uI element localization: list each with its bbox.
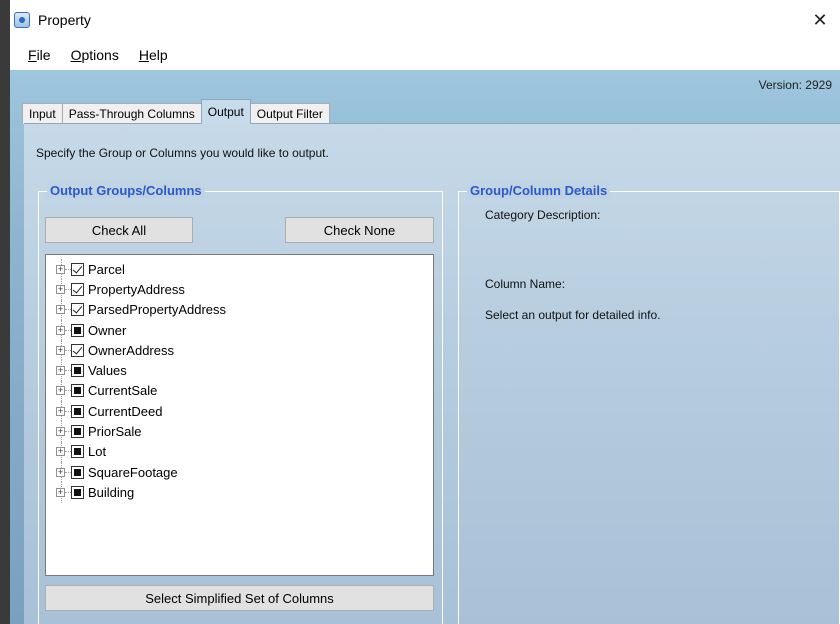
- menu-file[interactable]: File: [10, 47, 61, 63]
- output-groups-box: Output Groups/Columns Check All Check No…: [38, 183, 443, 624]
- tree-item-building[interactable]: + Building: [46, 482, 433, 503]
- menu-options[interactable]: Options: [61, 47, 129, 63]
- checkbox[interactable]: [71, 343, 84, 357]
- menu-file-accel: F: [28, 47, 37, 63]
- tree-item-label: Building: [88, 484, 135, 500]
- tree-item-label: Owner: [88, 322, 127, 338]
- checkbox[interactable]: [71, 282, 84, 296]
- checkbox[interactable]: [71, 425, 84, 439]
- close-icon[interactable]: ✕: [800, 0, 840, 40]
- expand-icon[interactable]: +: [56, 345, 65, 355]
- expand-icon[interactable]: +: [56, 386, 65, 396]
- checkbox[interactable]: [71, 384, 84, 398]
- tree-item-owner[interactable]: + Owner: [46, 319, 433, 341]
- expand-icon[interactable]: +: [56, 467, 65, 477]
- select-simplified-button[interactable]: Select Simplified Set of Columns: [45, 585, 434, 611]
- output-groups-title: Output Groups/Columns: [47, 183, 205, 198]
- tab-input[interactable]: Input: [22, 103, 63, 124]
- tree-item-label: SquareFootage: [88, 464, 178, 480]
- tree-item-lot[interactable]: + Lot: [46, 441, 433, 463]
- expand-icon[interactable]: +: [56, 447, 65, 457]
- tree-item-currentsale[interactable]: + CurrentSale: [46, 380, 433, 402]
- main-area: Version: 2929 Input Pass-Through Columns…: [10, 70, 840, 624]
- tree-item-label: CurrentSale: [88, 383, 158, 399]
- tab-strip: Input Pass-Through Columns Output Output…: [22, 99, 330, 124]
- tree-item-currentdeed[interactable]: + CurrentDeed: [46, 401, 433, 422]
- details-hint-text: Select an output for detailed info.: [485, 308, 661, 322]
- menu-bar: File Options Help: [10, 40, 840, 70]
- check-none-button[interactable]: Check None: [285, 217, 434, 243]
- tree-item-priorsale[interactable]: + PriorSale: [46, 421, 433, 442]
- tree-item-label: Values: [88, 363, 127, 379]
- tree-item-parcel[interactable]: + Parcel: [46, 259, 433, 280]
- tree-item-label: Lot: [88, 444, 107, 460]
- menu-help-label: elp: [148, 47, 168, 63]
- checkbox[interactable]: [71, 262, 84, 276]
- menu-options-accel: O: [70, 47, 82, 63]
- app-icon: [14, 12, 30, 28]
- checkbox[interactable]: [71, 485, 84, 499]
- tree-item-values[interactable]: + Values: [46, 360, 433, 382]
- expand-icon[interactable]: +: [56, 427, 65, 437]
- expand-icon[interactable]: +: [56, 487, 65, 497]
- expand-icon[interactable]: +: [56, 305, 65, 315]
- checkbox[interactable]: [71, 404, 84, 418]
- property-window: Property ✕ File Options Help Version: 29…: [10, 0, 840, 624]
- tab-output[interactable]: Output: [200, 99, 251, 124]
- tree-item-squarefootage[interactable]: + SquareFootage: [46, 461, 433, 483]
- tab-pass-through-columns[interactable]: Pass-Through Columns: [61, 103, 202, 124]
- menu-file-label: ile: [36, 47, 51, 63]
- window-title: Property: [38, 12, 91, 28]
- expand-icon[interactable]: +: [56, 406, 65, 416]
- version-label: Version: 2929: [758, 78, 832, 92]
- checkbox[interactable]: [71, 445, 84, 459]
- tree-item-parsedpropertyaddress[interactable]: + ParsedPropertyAddress: [46, 299, 433, 321]
- menu-help[interactable]: Help: [129, 47, 178, 63]
- expand-icon[interactable]: +: [56, 366, 65, 376]
- tree-item-owneraddress[interactable]: + OwnerAddress: [46, 340, 433, 361]
- expand-icon[interactable]: +: [56, 325, 65, 335]
- output-tree[interactable]: + Parcel + PropertyAddress + ParsedProperty…: [45, 254, 434, 576]
- details-box: Group/Column Details Category Descriptio…: [458, 183, 840, 624]
- tree-item-label: Parcel: [88, 261, 125, 277]
- tree-item-label: PropertyAddress: [88, 281, 185, 297]
- tree-item-label: PriorSale: [88, 424, 142, 440]
- tab-output-filter[interactable]: Output Filter: [249, 103, 330, 124]
- checkbox[interactable]: [71, 323, 84, 337]
- check-all-button[interactable]: Check All: [45, 217, 193, 243]
- tree-item-label: ParsedPropertyAddress: [88, 302, 227, 318]
- tree-item-label: OwnerAddress: [88, 342, 174, 358]
- expand-icon[interactable]: +: [56, 264, 65, 274]
- instruction-text: Specify the Group or Columns you would l…: [36, 146, 329, 160]
- tree-item-propertyaddress[interactable]: + PropertyAddress: [46, 279, 433, 300]
- expand-icon[interactable]: +: [56, 284, 65, 294]
- checkbox[interactable]: [71, 303, 84, 317]
- category-description-label: Category Description:: [485, 208, 601, 222]
- details-title: Group/Column Details: [467, 183, 611, 198]
- title-bar: Property ✕: [10, 0, 840, 40]
- tree-item-label: CurrentDeed: [88, 403, 163, 419]
- output-tab-panel: Specify the Group or Columns you would l…: [24, 123, 840, 624]
- menu-help-accel: H: [138, 47, 149, 63]
- menu-options-label: ptions: [81, 47, 119, 63]
- checkbox[interactable]: [71, 364, 84, 378]
- column-name-label: Column Name:: [485, 277, 566, 291]
- checkbox[interactable]: [71, 465, 84, 479]
